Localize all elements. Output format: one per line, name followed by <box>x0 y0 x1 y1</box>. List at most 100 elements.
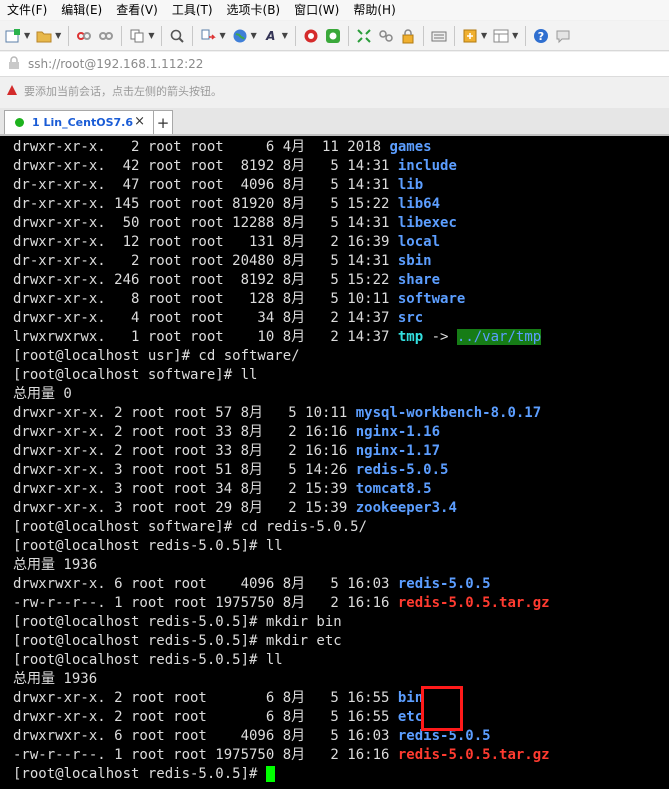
font-icon[interactable]: A <box>262 27 280 45</box>
copy-icon[interactable] <box>128 27 146 45</box>
directory-name: sbin <box>397 253 432 269</box>
chevron-down-icon[interactable]: ▼ <box>24 31 30 40</box>
terminal-line: [root@localhost software]# cd redis-5.0.… <box>13 518 550 537</box>
address-bar[interactable]: ssh://root@192.168.1.112:22 <box>0 52 669 77</box>
terminal-line-text: lrwxrwxrwx. 1 root root 10 8月 2 14:37 <box>13 329 398 345</box>
terminal-line-text: drwxr-xr-x. 4 root root 34 8月 2 14:37 <box>13 310 398 326</box>
terminal-line-text: 总用量 0 <box>13 386 72 402</box>
toolbar-separator <box>453 25 455 46</box>
terminal-line-text: drwxr-xr-x. 2 root root 57 8月 5 10:11 <box>13 405 356 421</box>
terminal-line: [root@localhost redis-5.0.5]# <box>13 765 550 784</box>
terminal-line: drwxr-xr-x. 3 root root 34 8月 2 15:39 to… <box>13 480 550 499</box>
chevron-down-icon[interactable]: ▼ <box>55 31 61 40</box>
close-icon[interactable]: × <box>134 114 145 129</box>
menu-tools[interactable]: 工具(T) <box>165 0 220 20</box>
terminal-line: drwxr-xr-x. 2 root root 6 8月 5 16:55 bin <box>13 689 550 708</box>
terminal-line-text: drwxr-xr-x. 42 root root 8192 8月 5 14:31 <box>13 158 398 174</box>
terminal-line-text: [root@localhost redis-5.0.5]# mkdir bin <box>13 614 342 630</box>
chevron-down-icon[interactable]: ▼ <box>219 31 225 40</box>
terminal[interactable]: drwxr-xr-x. 2 root root 6 4月 11 2018 gam… <box>0 136 669 789</box>
terminal-line-text: [root@localhost usr]# cd software/ <box>13 348 300 364</box>
layout-icon[interactable] <box>492 27 510 45</box>
help-icon[interactable]: ? <box>532 27 550 45</box>
directory-name: zookeeper3.4 <box>355 500 457 516</box>
disconnect-icon[interactable] <box>75 27 93 45</box>
chevron-down-icon[interactable]: ▼ <box>251 31 257 40</box>
chevron-down-icon[interactable]: ▼ <box>512 31 518 40</box>
terminal-line-text: [root@localhost redis-5.0.5]# ll <box>13 538 283 554</box>
chat-icon[interactable] <box>554 27 572 45</box>
terminal-line-text: [root@localhost software]# ll <box>13 367 258 383</box>
archive-file-name: redis-5.0.5.tar.gz <box>397 595 550 611</box>
terminal-line: -rw-r--r--. 1 root root 1975750 8月 2 16:… <box>13 746 550 765</box>
directory-name: include <box>397 158 457 174</box>
terminal-line: 总用量 1936 <box>13 556 550 575</box>
toolbar-separator <box>192 25 194 46</box>
chevron-down-icon[interactable]: ▼ <box>148 31 154 40</box>
menu-edit[interactable]: 编辑(E) <box>54 0 109 20</box>
directory-name: src <box>397 310 424 326</box>
terminal-line-text: 总用量 1936 <box>13 671 98 687</box>
new-session-icon[interactable] <box>4 27 22 45</box>
symlink-arrow: -> <box>423 329 457 345</box>
hint-bar: 要添加当前会话，点击左侧的箭头按钮。 <box>0 80 669 102</box>
terminal-line-text: -rw-r--r--. 1 root root 1975750 8月 2 16:… <box>13 747 398 763</box>
directory-name: etc <box>397 709 424 725</box>
terminal-line-text: drwxr-xr-x. 3 root root 34 8月 2 15:39 <box>13 481 356 497</box>
connected-status-icon <box>15 118 24 127</box>
toolbar: ▼ ▼ ▼ ▼ ▼ A ▼ ▼ ▼ ? <box>0 21 669 51</box>
directory-name: redis-5.0.5 <box>355 462 449 478</box>
directory-name: lib <box>397 177 424 193</box>
xshell-red-icon[interactable] <box>302 27 320 45</box>
reconnect-icon[interactable] <box>97 27 115 45</box>
lock-icon[interactable] <box>399 27 417 45</box>
transfer-icon[interactable] <box>199 27 217 45</box>
terminal-line: [root@localhost software]# ll <box>13 366 550 385</box>
session-tab[interactable]: 1 Lin_CentOS7.6 × <box>4 110 154 134</box>
search-icon[interactable] <box>168 27 186 45</box>
terminal-line: drwxr-xr-x. 50 root root 12288 8月 5 14:3… <box>13 214 550 233</box>
terminal-line: [root@localhost redis-5.0.5]# mkdir etc <box>13 632 550 651</box>
open-folder-icon[interactable] <box>35 27 53 45</box>
terminal-line-text: [root@localhost redis-5.0.5]# <box>13 766 266 782</box>
terminal-line: drwxr-xr-x. 3 root root 51 8月 5 14:26 re… <box>13 461 550 480</box>
add-tab-button[interactable]: + <box>153 110 173 134</box>
chevron-down-icon[interactable]: ▼ <box>481 31 487 40</box>
terminal-line-text: drwxr-xr-x. 8 root root 128 8月 5 10:11 <box>13 291 398 307</box>
terminal-line-text: drwxr-xr-x. 246 root root 8192 8月 5 15:2… <box>13 272 398 288</box>
toolbar-separator <box>525 25 527 46</box>
toolbar-separator <box>161 25 163 46</box>
terminal-line: drwxr-xr-x. 2 root root 57 8月 5 10:11 my… <box>13 404 550 423</box>
terminal-line-text: drwxr-xr-x. 50 root root 12288 8月 5 14:3… <box>13 215 398 231</box>
compose-icon[interactable] <box>461 27 479 45</box>
fullscreen-icon[interactable] <box>355 27 373 45</box>
bookmark-arrow-icon[interactable] <box>6 84 18 99</box>
archive-file-name: redis-5.0.5.tar.gz <box>397 747 550 763</box>
terminal-line: drwxr-xr-x. 2 root root 33 8月 2 16:16 ng… <box>13 423 550 442</box>
menu-help[interactable]: 帮助(H) <box>346 0 402 20</box>
terminal-line: drwxr-xr-x. 2 root root 6 8月 5 16:55 etc <box>13 708 550 727</box>
directory-name: lib64 <box>397 196 441 212</box>
directory-name: nginx-1.17 <box>355 443 441 459</box>
terminal-line-text: drwxr-xr-x. 2 root root 6 4月 11 2018 <box>13 139 390 155</box>
terminal-line-text: drwxr-xr-x. 3 root root 51 8月 5 14:26 <box>13 462 356 478</box>
menu-tabs[interactable]: 选项卡(B) <box>220 0 288 20</box>
toolbar-separator <box>68 25 70 46</box>
directory-name: tomcat8.5 <box>355 481 432 497</box>
xftp-green-icon[interactable] <box>324 27 342 45</box>
menu-window[interactable]: 窗口(W) <box>287 0 346 20</box>
hint-text: 要添加当前会话，点击左侧的箭头按钮。 <box>24 85 222 98</box>
terminal-line-text: drwxr-xr-x. 2 root root 33 8月 2 16:16 <box>13 424 356 440</box>
tunnel-icon[interactable] <box>377 27 395 45</box>
menu-file[interactable]: 文件(F) <box>0 0 54 20</box>
globe-icon[interactable] <box>231 27 249 45</box>
terminal-line-text: dr-xr-xr-x. 2 root root 20480 8月 5 14:31 <box>13 253 398 269</box>
terminal-line-text: drwxrwxr-x. 6 root root 4096 8月 5 16:03 <box>13 576 398 592</box>
chevron-down-icon[interactable]: ▼ <box>282 31 288 40</box>
terminal-line: [root@localhost redis-5.0.5]# ll <box>13 537 550 556</box>
menu-view[interactable]: 查看(V) <box>109 0 165 20</box>
keyboard-icon[interactable] <box>430 27 448 45</box>
terminal-line: drwxr-xr-x. 4 root root 34 8月 2 14:37 sr… <box>13 309 550 328</box>
terminal-line-text: [root@localhost redis-5.0.5]# mkdir etc <box>13 633 342 649</box>
terminal-line: drwxr-xr-x. 2 root root 33 8月 2 16:16 ng… <box>13 442 550 461</box>
